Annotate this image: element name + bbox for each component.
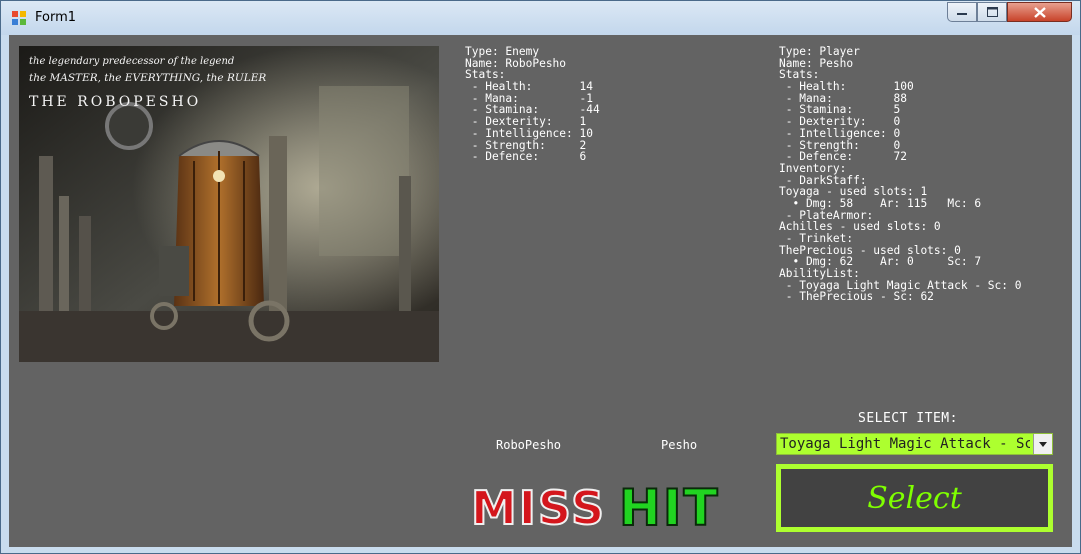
enemy-stats-text: Type: Enemy Name: RoboPesho Stats: - Healt…: [465, 46, 600, 163]
select-button[interactable]: Select: [776, 464, 1053, 532]
player-stat-line: Type: Player: [779, 45, 860, 58]
robot-illustration: the legendary predecessor of the legend …: [19, 46, 439, 362]
item-combobox-value: Toyaga Light Magic Attack - Sc: 0: [780, 436, 1030, 452]
item-combobox[interactable]: Toyaga Light Magic Attack - Sc: 0: [776, 433, 1053, 455]
player-stat-line: - Health: 100: [779, 80, 914, 94]
enemy-stat-line: - Intelligence: 10: [465, 126, 593, 140]
app-window: Form1 the legendary predecessor of the l…: [0, 0, 1081, 554]
player-stat-line: - ThePrecious - Sc: 62: [779, 290, 934, 304]
player-stat-line: AbilityList:: [779, 267, 860, 281]
app-icon: [12, 11, 26, 25]
select-item-label: SELECT ITEM:: [858, 411, 958, 426]
player-stat-line: - Intelligence: 0: [779, 126, 901, 140]
enemy-name-label: RoboPesho: [496, 438, 562, 452]
enemy-stat-line: - Health: 14: [465, 80, 593, 94]
portrait-caption-2: the MASTER, the EVERYTHING, the RULER: [29, 72, 266, 84]
player-stat-line: • Dmg: 58 Ar: 115 Mc: 6: [779, 196, 982, 210]
enemy-stat-line: Type: Enemy: [465, 45, 540, 58]
title-bar[interactable]: Form1: [1, 1, 1080, 35]
player-stat-line: Inventory:: [779, 161, 847, 175]
close-icon: [1033, 6, 1046, 18]
enemy-attack-result: MISS: [470, 480, 607, 536]
chevron-down-icon: [1039, 441, 1047, 447]
maximize-button[interactable]: [977, 2, 1007, 22]
maximize-icon: [986, 7, 998, 17]
portrait-caption-1: the legendary predecessor of the legend: [29, 56, 234, 67]
portrait-title: THE ROBOPESHO: [29, 94, 201, 110]
player-stats-text: Type: Player Name: Pesho Stats: - Health: …: [779, 46, 1021, 303]
minimize-icon: [957, 13, 967, 15]
select-button-label: Select: [867, 480, 962, 516]
window-title: Form1: [35, 10, 77, 25]
minimize-button[interactable]: [947, 2, 977, 22]
player-name-label: Pesho: [661, 438, 698, 452]
player-attack-result: HIT: [618, 478, 720, 538]
close-button[interactable]: [1007, 2, 1072, 22]
form-client-area: the legendary predecessor of the legend …: [9, 35, 1072, 547]
combobox-dropdown-button[interactable]: [1033, 434, 1052, 454]
enemy-portrait-image: the legendary predecessor of the legend …: [19, 46, 439, 362]
player-stat-line: - Trinket:: [779, 232, 854, 245]
enemy-stat-line: - Defence: 6: [465, 150, 587, 164]
